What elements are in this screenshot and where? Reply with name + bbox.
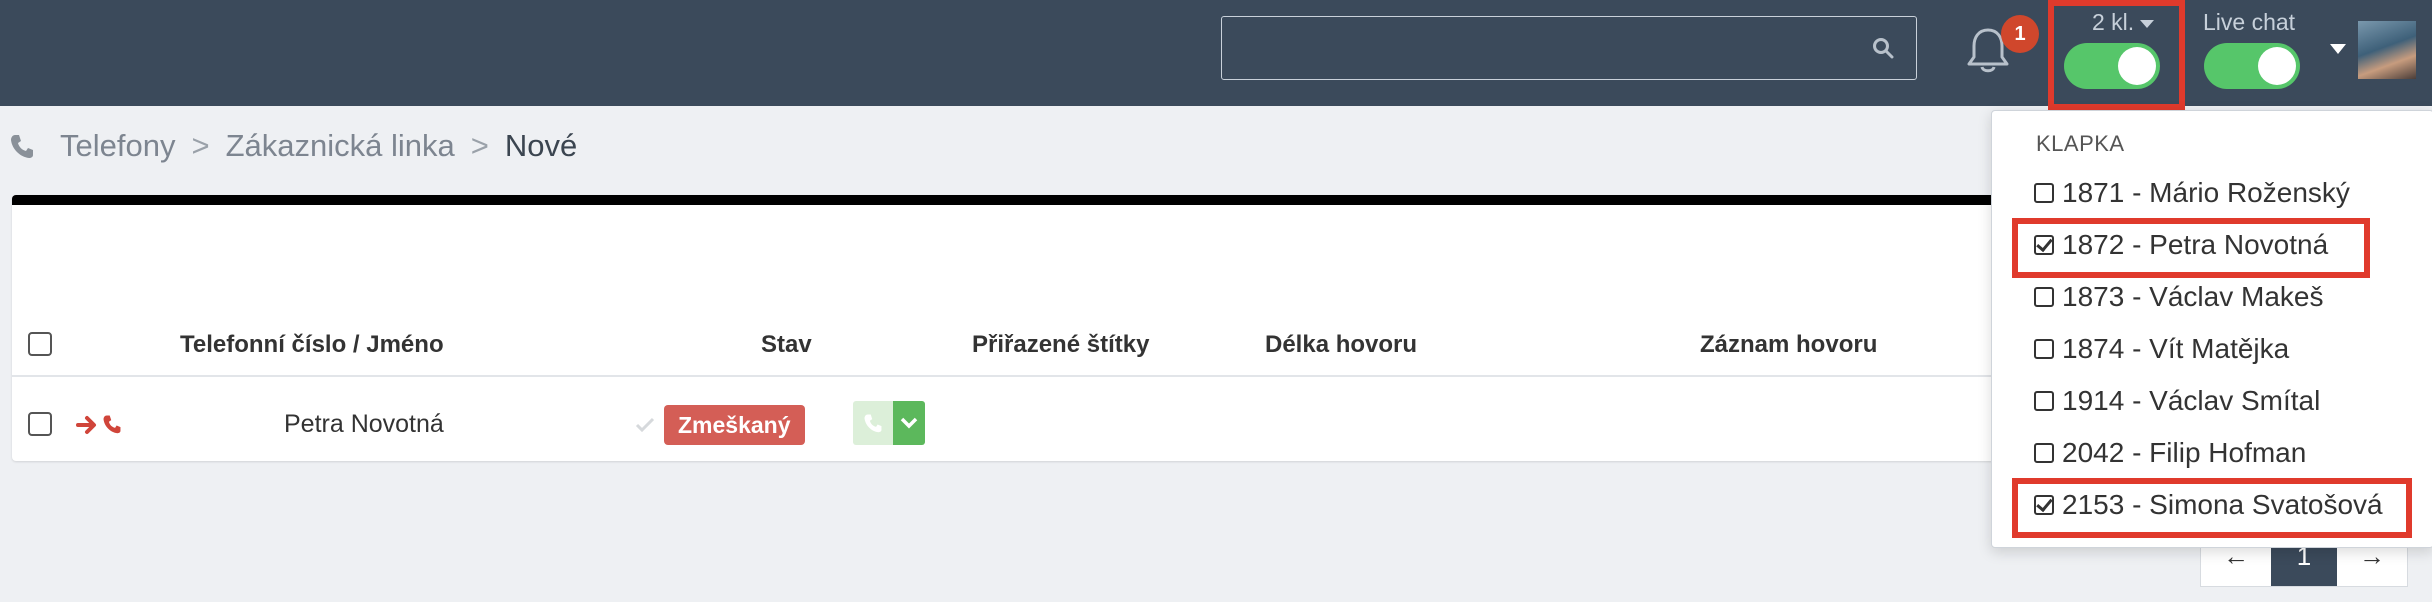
highlight-box-2153 bbox=[2012, 478, 2412, 538]
column-header-status[interactable]: Stav bbox=[761, 331, 812, 359]
phone-icon bbox=[864, 414, 882, 433]
chevron-down-icon bbox=[900, 417, 918, 429]
arrow-right-icon bbox=[76, 416, 96, 434]
breadcrumb-item-nove: Nové bbox=[504, 128, 578, 163]
call-options-dropdown-button[interactable] bbox=[893, 401, 925, 445]
dropdown-header: KLAPKA bbox=[2036, 131, 2125, 156]
select-all-checkbox[interactable] bbox=[28, 332, 52, 356]
live-chat-toggle[interactable] bbox=[2204, 43, 2300, 89]
calls-table: Telefonní číslo / Jméno Stav Přiřazené š… bbox=[12, 195, 2032, 461]
header-divider bbox=[12, 375, 2032, 377]
checkbox-unchecked-icon[interactable] bbox=[2034, 287, 2054, 307]
extension-label: 1873 - Václav Makeš bbox=[2062, 281, 2324, 312]
extension-label: 2042 - Filip Hofman bbox=[2062, 437, 2307, 468]
notification-badge: 1 bbox=[2001, 15, 2039, 53]
check-icon bbox=[635, 417, 655, 433]
top-bar: 1 2 kl. Live chat bbox=[0, 0, 2432, 110]
extension-label: 1874 - Vít Matějka bbox=[2062, 333, 2290, 364]
checkbox-unchecked-icon[interactable] bbox=[2034, 443, 2054, 463]
checkbox-unchecked-icon[interactable] bbox=[2034, 183, 2054, 203]
extension-option-1914[interactable]: 1914 - Václav Smítal bbox=[2034, 385, 2320, 417]
caller-name[interactable]: Petra Novotná bbox=[284, 410, 444, 439]
extension-label: 1871 - Mário Roženský bbox=[2062, 177, 2350, 208]
phone-icon bbox=[103, 415, 121, 434]
checkbox-unchecked-icon[interactable] bbox=[2034, 391, 2054, 411]
breadcrumb-item-telefony[interactable]: Telefony bbox=[60, 128, 175, 164]
extension-option-1873[interactable]: 1873 - Václav Makeš bbox=[2034, 281, 2323, 313]
toggle-knob bbox=[2258, 47, 2296, 85]
row-checkbox[interactable] bbox=[28, 412, 52, 436]
breadcrumb-separator: > bbox=[191, 128, 210, 163]
column-header-recording[interactable]: Záznam hovoru bbox=[1700, 331, 1877, 359]
user-menu-chevron-icon[interactable] bbox=[2330, 44, 2346, 54]
breadcrumb-item-zakaznicka-linka[interactable]: Zákaznická linka bbox=[226, 128, 455, 164]
column-header-duration[interactable]: Délka hovoru bbox=[1265, 331, 1417, 359]
extension-option-1874[interactable]: 1874 - Vít Matějka bbox=[2034, 333, 2289, 365]
breadcrumb-separator: > bbox=[470, 128, 489, 163]
live-chat-label: Live chat bbox=[2203, 9, 2296, 35]
extension-option-1871[interactable]: 1871 - Mário Roženský bbox=[2034, 177, 2350, 209]
extension-label: 1914 - Václav Smítal bbox=[2062, 385, 2321, 416]
checkbox-unchecked-icon[interactable] bbox=[2034, 339, 2054, 359]
search-input[interactable] bbox=[1221, 16, 1917, 80]
call-back-button[interactable] bbox=[853, 401, 893, 445]
extension-option-2042[interactable]: 2042 - Filip Hofman bbox=[2034, 437, 2306, 469]
phone-icon bbox=[11, 135, 33, 158]
status-badge: Zmeškaný bbox=[664, 405, 805, 445]
avatar[interactable] bbox=[2358, 21, 2416, 79]
search-icon[interactable] bbox=[1872, 37, 1894, 59]
column-header-tags[interactable]: Přiřazené štítky bbox=[972, 331, 1149, 359]
highlight-box-1872 bbox=[2012, 218, 2370, 278]
highlight-box-toggle bbox=[2048, 0, 2185, 110]
search-field[interactable] bbox=[1232, 25, 1836, 73]
column-header-phone-name[interactable]: Telefonní číslo / Jméno bbox=[180, 331, 444, 359]
breadcrumb: Telefony > Zákaznická linka > Nové bbox=[10, 128, 577, 164]
extension-dropdown: KLAPKA 1871 - Mário Roženský 1872 - Petr… bbox=[1991, 110, 2432, 548]
